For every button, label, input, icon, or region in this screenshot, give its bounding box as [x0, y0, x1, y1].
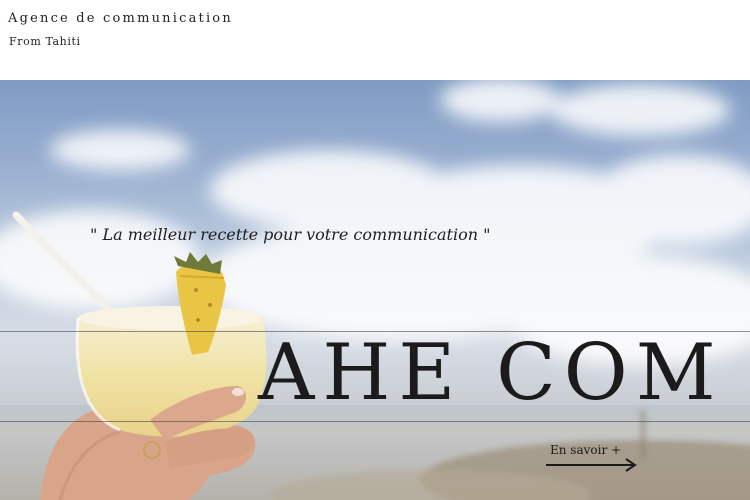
hero-banner: " La meilleur recette pour votre communi… [0, 80, 750, 500]
brand-subtitle: From Tahiti [9, 35, 81, 48]
learn-more-link[interactable]: En savoir + [546, 442, 646, 480]
learn-more-label: En savoir + [550, 443, 622, 457]
hero-brand-name: AHE COM [258, 328, 724, 418]
brand-title[interactable]: Agence de communication [8, 11, 233, 26]
hero-divider-bottom [0, 421, 750, 422]
hero-tagline: " La meilleur recette pour votre communi… [90, 225, 491, 244]
arrow-right-icon [546, 458, 637, 472]
site-header: Agence de communication From Tahiti [0, 0, 750, 80]
hero-background-image [0, 80, 750, 500]
